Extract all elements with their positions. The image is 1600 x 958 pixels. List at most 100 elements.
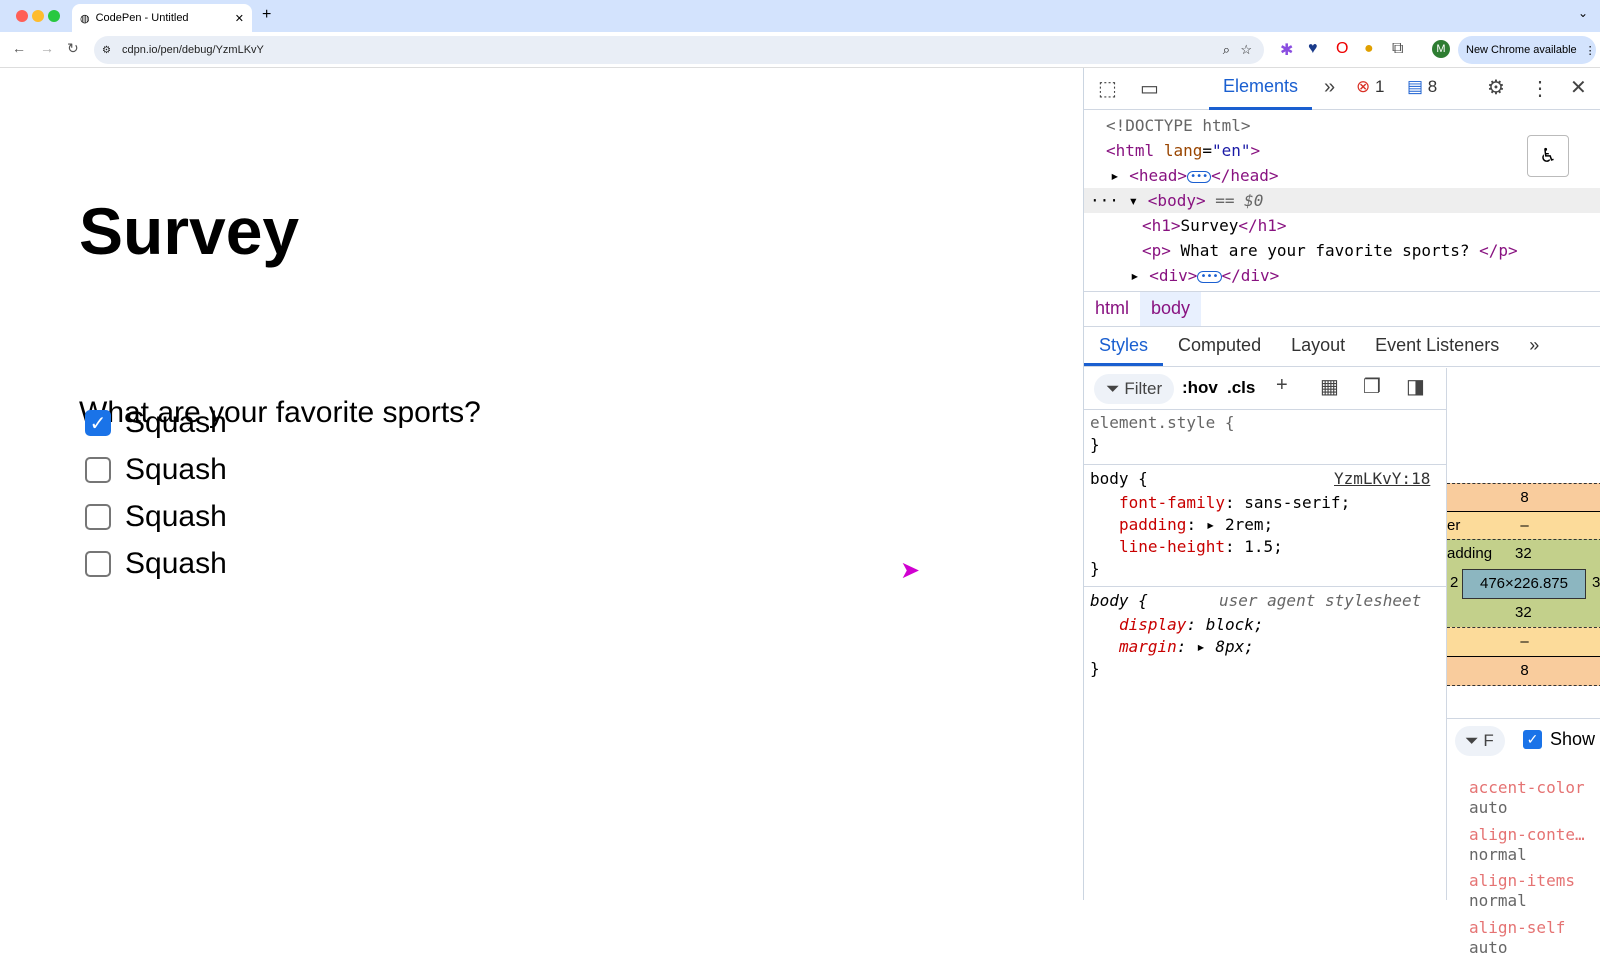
forward-icon[interactable]: →: [40, 40, 54, 56]
settings-gear-icon[interactable]: ⚙: [1487, 75, 1505, 100]
option-3[interactable]: Squash: [85, 500, 227, 534]
tab-event-listeners[interactable]: Event Listeners: [1360, 327, 1514, 366]
error-count: 1: [1374, 77, 1385, 96]
styles-filter-input[interactable]: ⏷ Filter: [1094, 374, 1174, 404]
option-2[interactable]: Squash: [85, 453, 227, 487]
update-chrome-button[interactable]: New Chrome available ⋮: [1458, 36, 1596, 64]
more-tabs-icon[interactable]: »: [1324, 76, 1335, 99]
ellipsis-icon[interactable]: •••: [1197, 270, 1222, 283]
dom-div[interactable]: ▸ <div> ••• </div>: [1130, 263, 1279, 288]
maximize-window-button[interactable]: [48, 10, 60, 22]
margin-bottom[interactable]: 8: [1447, 656, 1600, 686]
source-link[interactable]: YzmLKvY:18: [1334, 468, 1430, 490]
minimize-window-button[interactable]: [32, 10, 44, 22]
tag: <head>: [1129, 166, 1188, 185]
breadcrumb-html[interactable]: html: [1084, 292, 1140, 326]
computed-prop[interactable]: align-items normal: [1469, 871, 1575, 911]
dom-body-selected[interactable]: ··· ▾ <body> == $0: [1084, 188, 1600, 213]
computed-filter-input[interactable]: ⏷ F: [1455, 726, 1505, 756]
bookmark-star-icon[interactable]: ☆: [1240, 42, 1252, 58]
style-prop[interactable]: margin: ▸ 8px;: [1119, 636, 1254, 658]
puzzle-icon[interactable]: ⧉: [1392, 40, 1403, 58]
margin-top[interactable]: 8: [1447, 483, 1600, 512]
dom-doctype[interactable]: <!DOCTYPE html>: [1106, 113, 1251, 138]
content-size[interactable]: 476×226.875: [1462, 569, 1586, 599]
back-icon[interactable]: ←: [12, 40, 26, 56]
dom-html[interactable]: <html lang="en">: [1106, 138, 1260, 163]
new-tab-button[interactable]: +: [262, 6, 271, 24]
tab-styles[interactable]: Styles: [1084, 327, 1164, 366]
padding-right[interactable]: 3: [1592, 574, 1600, 591]
computed-prop[interactable]: align-conte… normal: [1469, 825, 1585, 865]
cls-toggle[interactable]: .cls: [1227, 378, 1255, 398]
more-tabs-icon[interactable]: »: [1514, 327, 1554, 366]
selected-marker: == $0: [1215, 191, 1264, 210]
extension-icon[interactable]: ●: [1364, 40, 1374, 58]
style-prop[interactable]: font-family: sans-serif;: [1119, 492, 1350, 514]
padding-top[interactable]: 32: [1515, 545, 1532, 562]
dom-tree: <!DOCTYPE html> <html lang="en"> ▸ <head…: [1084, 111, 1600, 291]
option-1[interactable]: ✓ Squash: [85, 406, 227, 440]
checkbox-checked[interactable]: ✓: [85, 410, 111, 436]
opera-extension-icon[interactable]: O: [1336, 40, 1348, 58]
tab-elements[interactable]: Elements: [1209, 68, 1313, 110]
paint-brush-icon[interactable]: ▦: [1320, 374, 1339, 399]
accessibility-icon[interactable]: ♿: [1527, 135, 1569, 177]
close-devtools-icon[interactable]: ✕: [1570, 75, 1587, 100]
tab-layout[interactable]: Layout: [1276, 327, 1360, 366]
close-tab-icon[interactable]: ✕: [235, 12, 244, 25]
message-icon[interactable]: ▤ 8: [1407, 77, 1437, 97]
option-label: Squash: [125, 453, 227, 486]
address-bar-row: ← → ↻ ⚙ cdpn.io/pen/debug/YzmLKvY ⌕ ☆ ✱ …: [0, 32, 1600, 68]
close-window-button[interactable]: [16, 10, 28, 22]
option-label: Squash: [125, 500, 227, 533]
border-label: er: [1447, 517, 1461, 534]
toggle-sidebar-icon[interactable]: ◨: [1406, 374, 1425, 399]
inspect-element-icon[interactable]: ⬚: [1098, 76, 1117, 101]
extension-icon[interactable]: ♥: [1308, 40, 1318, 58]
padding-left[interactable]: 2: [1450, 574, 1458, 591]
breadcrumb-body[interactable]: body: [1140, 292, 1202, 326]
border-bottom[interactable]: –: [1447, 627, 1600, 656]
prop-name: align-self: [1469, 918, 1566, 937]
browser-tab[interactable]: ◍ CodePen - Untitled ✕: [72, 4, 252, 32]
dom-head[interactable]: ▸ <head> ••• </head>: [1110, 163, 1279, 188]
computed-prop[interactable]: align-self auto: [1469, 918, 1565, 958]
extension-icon[interactable]: ✱: [1280, 40, 1293, 60]
tab-search-button[interactable]: ⌄: [1578, 6, 1588, 20]
dom-p[interactable]: <p> What are your favorite sports? </p>: [1142, 238, 1518, 263]
hov-toggle[interactable]: :hov: [1182, 378, 1218, 398]
body-rule-selector: body {: [1090, 469, 1148, 488]
device-toolbar-icon[interactable]: ▭: [1140, 76, 1159, 101]
computed-prop[interactable]: accent-color auto: [1469, 778, 1585, 818]
tab-strip: ◍ CodePen - Untitled ✕ + ⌄: [0, 0, 1600, 32]
reload-icon[interactable]: ↻: [67, 40, 79, 57]
profile-avatar[interactable]: M: [1432, 40, 1450, 58]
more-options-icon[interactable]: ⋮: [1530, 76, 1550, 101]
more-icon[interactable]: ⋮: [1585, 44, 1596, 57]
new-rule-icon[interactable]: +: [1276, 374, 1288, 397]
copy-icon[interactable]: ❐: [1363, 374, 1381, 399]
border-top[interactable]: –: [1447, 511, 1600, 540]
dom-h1[interactable]: <h1>Survey</h1>: [1142, 213, 1287, 238]
prop-value: block;: [1205, 615, 1264, 634]
style-prop[interactable]: line-height: 1.5;: [1119, 536, 1283, 558]
url-input[interactable]: ⚙ cdpn.io/pen/debug/YzmLKvY ⌕ ☆: [94, 36, 1264, 64]
element-style-selector[interactable]: element.style {: [1090, 412, 1235, 434]
prop-value: 8px;: [1215, 637, 1254, 656]
option-4[interactable]: Squash: [85, 547, 227, 581]
prop-name: padding: [1119, 515, 1187, 534]
checkbox[interactable]: [85, 457, 111, 483]
ellipsis-icon[interactable]: •••: [1187, 170, 1212, 183]
error-icon[interactable]: ⊗ 1: [1356, 77, 1384, 97]
zoom-icon[interactable]: ⌕: [1223, 42, 1230, 58]
site-info-icon[interactable]: ⚙: [102, 45, 111, 56]
checkbox[interactable]: [85, 504, 111, 530]
style-prop[interactable]: display: block;: [1119, 614, 1264, 636]
checkbox[interactable]: [85, 551, 111, 577]
padding-bottom[interactable]: 32: [1515, 604, 1532, 621]
prop-name: line-height: [1119, 537, 1225, 556]
tab-computed[interactable]: Computed: [1163, 327, 1276, 366]
style-prop[interactable]: padding: ▸ 2rem;: [1119, 514, 1273, 536]
show-all-checkbox[interactable]: ✓: [1523, 730, 1542, 749]
